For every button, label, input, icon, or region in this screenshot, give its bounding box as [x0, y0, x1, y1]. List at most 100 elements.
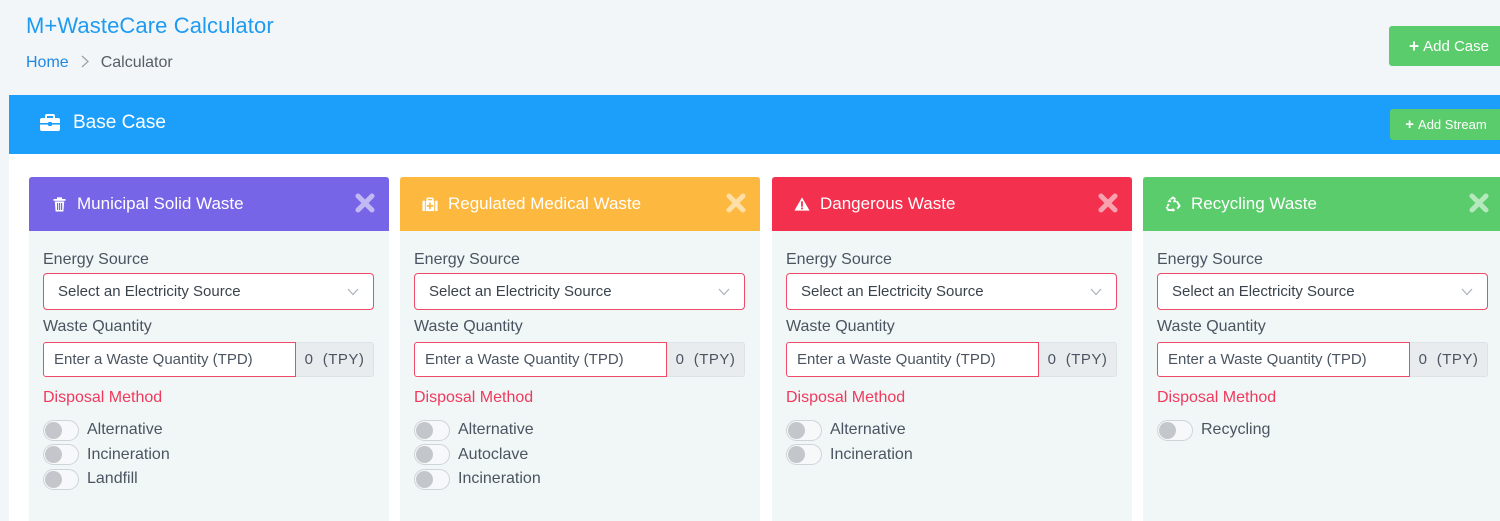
disposal-toggle-incineration[interactable]: Incineration	[414, 467, 746, 492]
stream-card-header: Regulated Medical Waste	[400, 177, 760, 231]
toggle-switch[interactable]	[43, 444, 79, 466]
toggle-knob	[416, 446, 433, 464]
waste-quantity-label: Waste Quantity	[786, 318, 895, 335]
toggle-knob	[416, 470, 433, 488]
chevron-right-icon	[81, 55, 89, 72]
energy-source-select[interactable]: Select an Electricity Source	[1157, 273, 1488, 310]
toggle-knob	[45, 470, 62, 488]
disposal-toggle-alternative[interactable]: Alternative	[414, 418, 746, 443]
disposal-toggle-autoclave[interactable]: Autoclave	[414, 443, 746, 468]
disposal-toggle-incineration[interactable]: Incineration	[43, 443, 375, 468]
toggle-label: Alternative	[830, 421, 906, 439]
waste-quantity-tpy: 0 (TPY)	[1039, 342, 1117, 377]
stream-card-body: Energy Source Select an Electricity Sour…	[772, 231, 1132, 467]
page-header: M+WasteCare Calculator Home Calculator +…	[0, 0, 1500, 95]
toggle-knob	[416, 421, 433, 439]
disposal-method-label: Disposal Method	[43, 389, 163, 406]
waste-quantity-group: 0 (TPY)	[786, 342, 1117, 377]
toggle-switch[interactable]	[786, 444, 822, 466]
close-icon[interactable]	[726, 193, 746, 213]
trash-icon	[51, 196, 67, 212]
disposal-toggle-alternative[interactable]: Alternative	[786, 418, 1118, 443]
toggle-knob	[788, 421, 805, 439]
energy-source-select[interactable]: Select an Electricity Source	[786, 273, 1117, 310]
medkit-icon	[422, 196, 438, 212]
recycle-icon	[1165, 196, 1181, 212]
stream-title: Municipal Solid Waste	[77, 194, 244, 213]
energy-source-label: Energy Source	[786, 251, 892, 268]
plus-icon: +	[1409, 35, 1420, 56]
toggle-label: Alternative	[458, 421, 534, 439]
add-case-button[interactable]: + Add Case	[1389, 26, 1500, 66]
disposal-method-label: Disposal Method	[786, 389, 906, 406]
waste-quantity-tpy: 0 (TPY)	[1410, 342, 1488, 377]
close-icon[interactable]	[355, 193, 375, 213]
stream-card-dangerous-waste: Dangerous Waste Energy Source Select an …	[772, 177, 1132, 521]
chevron-down-icon	[347, 283, 359, 300]
stream-card-body: Energy Source Select an Electricity Sour…	[29, 231, 389, 492]
toggle-switch[interactable]	[414, 468, 450, 490]
waste-quantity-tpy: 0 (TPY)	[296, 342, 374, 377]
toggle-label: Incineration	[458, 470, 541, 488]
toggle-switch[interactable]	[414, 419, 450, 441]
add-case-label: Add Case	[1423, 37, 1489, 55]
energy-source-value: Select an Electricity Source	[1172, 283, 1355, 300]
add-stream-label: Add Stream	[1418, 117, 1487, 132]
breadcrumb: Home Calculator	[26, 54, 173, 72]
disposal-toggle-landfill[interactable]: Landfill	[43, 467, 375, 492]
toggle-knob	[45, 421, 62, 439]
stream-title: Recycling Waste	[1191, 194, 1317, 213]
app-title: M+WasteCare Calculator	[26, 13, 274, 38]
energy-source-value: Select an Electricity Source	[58, 283, 241, 300]
breadcrumb-home-link[interactable]: Home	[26, 54, 69, 72]
stream-card-body: Energy Source Select an Electricity Sour…	[400, 231, 760, 492]
briefcase-icon	[39, 114, 61, 132]
disposal-method-label: Disposal Method	[1157, 389, 1277, 406]
toggle-label: Recycling	[1201, 421, 1271, 439]
disposal-method-list: Alternative Incineration	[786, 418, 1118, 467]
energy-source-label: Energy Source	[43, 251, 149, 268]
waste-quantity-input[interactable]	[786, 342, 1039, 377]
stream-card-municipal-solid-waste: Municipal Solid Waste Energy Source Sele…	[29, 177, 389, 521]
toggle-knob	[788, 446, 805, 464]
energy-source-select[interactable]: Select an Electricity Source	[414, 273, 745, 310]
breadcrumb-current: Calculator	[100, 54, 173, 71]
plus-icon: +	[1405, 116, 1415, 133]
stream-card-body: Energy Source Select an Electricity Sour…	[1143, 231, 1500, 443]
toggle-label: Incineration	[830, 445, 913, 463]
stream-card-header: Recycling Waste	[1143, 177, 1500, 231]
waste-quantity-label: Waste Quantity	[43, 318, 152, 335]
chevron-down-icon	[1090, 283, 1102, 300]
disposal-method-list: Recycling	[1157, 418, 1489, 443]
waste-quantity-tpy: 0 (TPY)	[667, 342, 745, 377]
energy-source-label: Energy Source	[1157, 251, 1263, 268]
toggle-switch[interactable]	[1157, 419, 1193, 441]
disposal-toggle-alternative[interactable]: Alternative	[43, 418, 375, 443]
close-icon[interactable]	[1469, 193, 1489, 213]
disposal-method-label: Disposal Method	[414, 389, 534, 406]
waste-quantity-label: Waste Quantity	[414, 318, 523, 335]
toggle-switch[interactable]	[43, 468, 79, 490]
add-stream-button[interactable]: + Add Stream	[1390, 109, 1500, 140]
waste-quantity-input[interactable]	[1157, 342, 1410, 377]
toggle-label: Landfill	[87, 470, 138, 488]
toggle-knob	[1159, 421, 1176, 439]
waste-quantity-group: 0 (TPY)	[43, 342, 374, 377]
chevron-down-icon	[1461, 283, 1473, 300]
energy-source-label: Energy Source	[414, 251, 520, 268]
energy-source-select[interactable]: Select an Electricity Source	[43, 273, 374, 310]
toggle-switch[interactable]	[414, 444, 450, 466]
stream-title: Dangerous Waste	[820, 194, 956, 213]
toggle-switch[interactable]	[786, 419, 822, 441]
toggle-switch[interactable]	[43, 419, 79, 441]
waste-quantity-input[interactable]	[43, 342, 296, 377]
waste-quantity-input[interactable]	[414, 342, 667, 377]
toggle-label: Autoclave	[458, 445, 529, 463]
toggle-knob	[45, 446, 62, 464]
close-icon[interactable]	[1098, 193, 1118, 213]
stream-card-header: Dangerous Waste	[772, 177, 1132, 231]
disposal-toggle-recycling[interactable]: Recycling	[1157, 418, 1489, 443]
disposal-toggle-incineration[interactable]: Incineration	[786, 443, 1118, 468]
stream-card-regulated-medical-waste: Regulated Medical Waste Energy Source Se…	[400, 177, 760, 521]
stream-card-recycling-waste: Recycling Waste Energy Source Select an …	[1143, 177, 1500, 521]
